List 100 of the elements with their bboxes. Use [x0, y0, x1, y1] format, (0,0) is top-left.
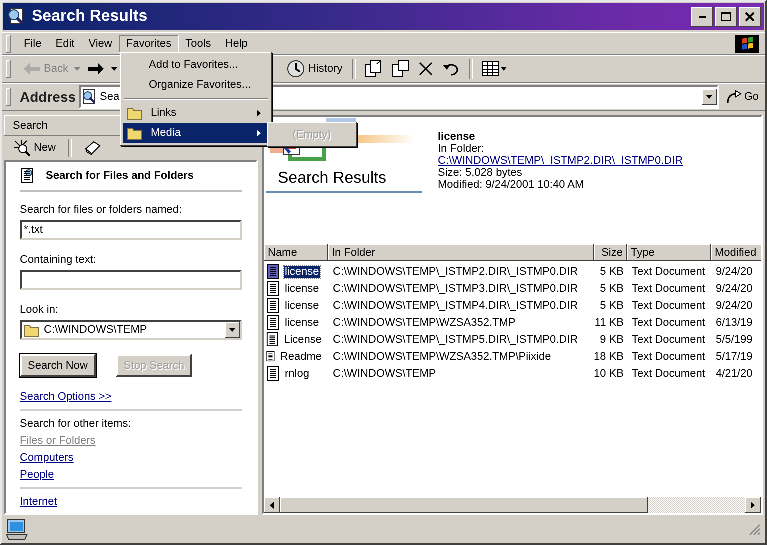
table-cell-text: 6/13/19 — [715, 316, 754, 328]
column-header[interactable]: Size — [594, 244, 627, 261]
search-options-link[interactable]: Search Options >> — [20, 391, 112, 403]
close-button[interactable] — [739, 6, 761, 26]
table-cell-text: C:\WINDOWS\TEMP\_ISTMP3.DIR\_ISTMP0.DIR — [332, 282, 580, 294]
menu-item[interactable]: Help — [218, 34, 255, 52]
menu-item[interactable]: Media — [123, 123, 269, 143]
table-cell-text: 5/17/19 — [715, 350, 754, 362]
column-header[interactable]: Name — [264, 244, 328, 261]
forward-arrow-icon — [87, 62, 106, 76]
copy-to-icon — [392, 60, 410, 78]
resize-grip-icon — [749, 524, 761, 536]
search-window-icon — [6, 6, 26, 26]
table-cell-text: 5/5/199 — [715, 334, 754, 346]
column-header[interactable]: In Folder — [328, 244, 594, 261]
text-document-icon — [266, 264, 280, 279]
table-cell-text: Text Document — [631, 282, 706, 294]
input-field[interactable] — [20, 270, 242, 290]
flag-icon — [735, 34, 759, 52]
file-size: Size: 5,028 bytes — [438, 167, 524, 179]
back-arrow-icon — [23, 62, 41, 76]
table-cell-text: C:\WINDOWS\TEMP\_ISTMP5.DIR\_ISTMP0.DIR — [332, 334, 580, 346]
table-cell-text: 5 KB — [599, 300, 625, 312]
file-name: license — [438, 131, 476, 143]
move-to-icon — [364, 60, 383, 78]
caret-icon — [111, 67, 118, 71]
left-arrow-icon — [270, 502, 274, 508]
minimize-icon — [698, 16, 706, 18]
delete-icon — [418, 62, 433, 76]
history-button[interactable]: History — [284, 59, 346, 79]
caret-icon — [74, 67, 82, 71]
panel-heading: Search for Files and Folders — [46, 170, 194, 182]
scroll-left-button[interactable] — [264, 497, 280, 513]
file-name[interactable]: license — [284, 266, 320, 278]
table-cell-text: 9/24/20 — [715, 266, 754, 278]
file-name[interactable]: Readme — [279, 350, 323, 362]
column-header[interactable]: Type — [627, 244, 711, 261]
file-name[interactable]: License — [283, 334, 323, 346]
minimize-button[interactable] — [691, 6, 713, 26]
window-title: Search Results — [32, 8, 149, 26]
table-cell-text: Text Document — [631, 300, 706, 312]
table-cell-text: Text Document — [631, 316, 706, 328]
dropdown-button[interactable] — [702, 89, 718, 105]
file-name[interactable]: license — [284, 316, 320, 328]
views-icon — [482, 61, 508, 77]
search-link[interactable]: Computers — [20, 452, 74, 464]
right-arrow-icon — [751, 502, 755, 508]
table-cell-text: 9 KB — [599, 334, 625, 346]
table-cell-text: C:\WINDOWS\TEMP — [332, 368, 438, 380]
table-cell-text: Text Document — [631, 266, 706, 278]
menu-item[interactable]: Add to Favorites... — [123, 55, 269, 75]
table-cell-text: 9/24/20 — [715, 282, 754, 294]
banner-title: Search Results — [266, 167, 422, 193]
folder-label: In Folder: — [438, 143, 486, 155]
search-link[interactable]: People — [20, 469, 54, 481]
search-now-button[interactable]: Search Now — [20, 354, 96, 377]
column-header[interactable]: Modified — [711, 244, 761, 261]
file-name[interactable]: license — [284, 300, 320, 312]
clock-icon — [287, 60, 306, 78]
menu-item[interactable]: File — [17, 34, 49, 52]
go-button[interactable]: Go — [722, 90, 765, 104]
table-cell-text: C:\WINDOWS\TEMP\WZSA352.TMP\Piixide — [332, 350, 552, 362]
table-cell-text: 10 KB — [594, 368, 625, 380]
table-cell-text: C:\WINDOWS\TEMP\_ISTMP2.DIR\_ISTMP0.DIR — [332, 266, 580, 278]
internet-link[interactable]: Internet — [20, 496, 58, 508]
folder-icon — [127, 106, 143, 120]
folder-link[interactable]: C:\WINDOWS\TEMP\_ISTMP2.DIR\_ISTMP0.DIR — [438, 155, 684, 167]
table-cell-text: 5 KB — [599, 282, 625, 294]
menu-item[interactable]: Edit — [48, 34, 82, 52]
caret-icon — [229, 328, 236, 332]
book-icon — [84, 140, 102, 156]
file-name[interactable]: rnlog — [284, 368, 310, 380]
field-label: Search for files or folders named: — [20, 204, 184, 216]
submenu-arrow-icon — [257, 110, 261, 116]
field-label: Containing text: — [20, 254, 98, 266]
address-label: Address — [20, 89, 76, 105]
menu-item[interactable]: Tools — [178, 34, 218, 52]
look-in-dropdown[interactable]: C:\WINDOWS\TEMP — [20, 320, 242, 340]
table-cell-text: C:\WINDOWS\TEMP\WZSA352.TMP — [332, 316, 517, 328]
table-cell-text: 4/21/20 — [715, 368, 754, 380]
go-arrow-icon — [726, 90, 742, 104]
file-name[interactable]: license — [284, 282, 320, 294]
maximize-icon — [721, 12, 731, 21]
new-button[interactable]: New — [10, 138, 60, 158]
menu-item[interactable]: View — [82, 34, 120, 52]
input-field[interactable]: *.txt — [20, 220, 242, 240]
table-cell-text: 5 KB — [599, 266, 625, 278]
table-cell-text: Text Document — [631, 350, 706, 362]
section-label: Search for other items: — [20, 418, 132, 430]
table-cell-text: 18 KB — [594, 350, 625, 362]
table-cell-text: Text Document — [631, 334, 706, 346]
table-cell-text: 9/24/20 — [715, 300, 754, 312]
maximize-button[interactable] — [715, 6, 737, 26]
scrollbar-thumb[interactable] — [280, 497, 648, 513]
undo-icon — [442, 62, 460, 76]
folder-icon — [24, 322, 40, 338]
scroll-right-button[interactable] — [745, 497, 761, 513]
text-document-icon — [266, 332, 280, 347]
text-document-icon — [266, 315, 280, 330]
text-document-icon — [266, 281, 280, 296]
